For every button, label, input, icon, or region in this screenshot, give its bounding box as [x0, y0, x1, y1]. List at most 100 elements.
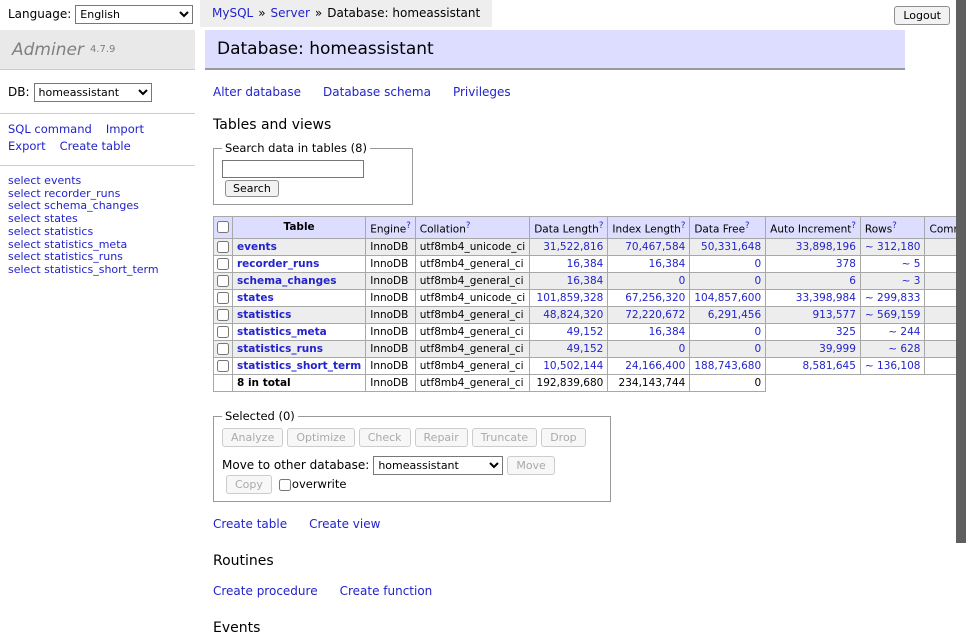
data-length-link[interactable]: 10,502,144 [543, 360, 603, 372]
index-length-link[interactable]: 0 [679, 343, 686, 355]
selected-action-button[interactable]: Drop [541, 428, 585, 447]
routine-create-link[interactable]: Create procedure [213, 584, 318, 598]
sidebar-action-link[interactable]: Create table [60, 139, 131, 153]
overwrite-checkbox[interactable] [279, 479, 291, 491]
language-select[interactable]: English [75, 5, 193, 24]
sidebar-action-link[interactable]: Import [106, 122, 144, 136]
data-free-link[interactable]: 188,743,680 [694, 360, 761, 372]
auto-increment-link[interactable]: 39,999 [819, 343, 856, 355]
data-length-link[interactable]: 16,384 [567, 258, 604, 270]
sidebar-select-link[interactable]: select statistics_short_term [8, 264, 187, 277]
data-free-link[interactable]: 0 [754, 258, 761, 270]
routine-create-link[interactable]: Create function [340, 584, 433, 598]
rows-link[interactable]: ~ 244 [888, 326, 920, 338]
data-free-link[interactable]: 50,331,648 [701, 241, 761, 253]
row-checkbox[interactable] [217, 343, 229, 355]
table-link[interactable]: statistics_meta [237, 326, 327, 338]
auto-increment-link[interactable]: 325 [836, 326, 856, 338]
rows-link[interactable]: ~ 136,108 [865, 360, 921, 372]
db-select[interactable]: homeassistant [34, 83, 152, 102]
data-length-link[interactable]: 101,859,328 [537, 292, 604, 304]
select-all-checkbox[interactable] [217, 221, 229, 233]
help-icon[interactable]: ? [851, 221, 856, 231]
index-length-link[interactable]: 70,467,584 [625, 241, 685, 253]
table-link[interactable]: recorder_runs [237, 258, 319, 270]
row-checkbox[interactable] [217, 258, 229, 270]
help-icon[interactable]: ? [892, 221, 897, 231]
vertical-scrollbar[interactable] [956, 0, 966, 543]
create-link[interactable]: Create table [213, 517, 287, 531]
help-icon[interactable]: ? [599, 221, 604, 231]
selected-action-button[interactable]: Truncate [472, 428, 537, 447]
index-length-link[interactable]: 16,384 [649, 326, 686, 338]
breadcrumb-link-server[interactable]: Server [271, 6, 310, 20]
adminer-logo-text[interactable]: Adminer [12, 40, 84, 60]
data-length-link[interactable]: 49,152 [567, 326, 604, 338]
sidebar-select-link[interactable]: select states [8, 213, 187, 226]
selected-action-button[interactable]: Analyze [222, 428, 283, 447]
row-checkbox[interactable] [217, 309, 229, 321]
row-checkbox[interactable] [217, 360, 229, 372]
sidebar-action-link[interactable]: SQL command [8, 122, 92, 136]
data-length-link[interactable]: 16,384 [567, 275, 604, 287]
data-free-link[interactable]: 0 [754, 275, 761, 287]
selected-action-button[interactable]: Optimize [287, 428, 354, 447]
data-length-link[interactable]: 31,522,816 [543, 241, 603, 253]
table-link[interactable]: statistics_runs [237, 343, 323, 355]
auto-increment-link[interactable]: 8,581,645 [802, 360, 855, 372]
index-length-link[interactable]: 24,166,400 [625, 360, 685, 372]
data-free-link[interactable]: 0 [754, 326, 761, 338]
rows-link[interactable]: ~ 5 [902, 258, 921, 270]
sidebar-action-link[interactable]: Export [8, 139, 46, 153]
row-checkbox[interactable] [217, 292, 229, 304]
routines-heading: Routines [213, 553, 905, 569]
data-length-link[interactable]: 49,152 [567, 343, 604, 355]
data-length-link[interactable]: 48,824,320 [543, 309, 603, 321]
auto-increment-link[interactable]: 6 [849, 275, 856, 287]
table-link[interactable]: schema_changes [237, 275, 337, 287]
data-free-link[interactable]: 104,857,600 [694, 292, 761, 304]
table-link[interactable]: states [237, 292, 274, 304]
rows-link[interactable]: ~ 299,833 [865, 292, 921, 304]
breadcrumb-link-mysql[interactable]: MySQL [212, 6, 253, 20]
move-db-select[interactable]: homeassistant [373, 456, 503, 475]
sidebar-select-link[interactable]: select statistics [8, 226, 187, 239]
search-button[interactable]: Search [225, 180, 279, 197]
data-free-link[interactable]: 6,291,456 [708, 309, 761, 321]
table-link[interactable]: statistics_short_term [237, 360, 361, 372]
row-checkbox-cell [214, 307, 233, 324]
help-icon[interactable]: ? [406, 221, 411, 231]
index-length-link[interactable]: 0 [679, 275, 686, 287]
table-link[interactable]: events [237, 241, 277, 253]
index-length-link[interactable]: 67,256,320 [625, 292, 685, 304]
auto-increment-link[interactable]: 913,577 [813, 309, 856, 321]
database-action-link[interactable]: Database schema [323, 85, 431, 99]
search-input[interactable] [222, 160, 364, 178]
selected-action-button[interactable]: Repair [415, 428, 468, 447]
row-checkbox[interactable] [217, 275, 229, 287]
rows-link[interactable]: ~ 569,159 [865, 309, 921, 321]
row-checkbox[interactable] [217, 241, 229, 253]
copy-button[interactable]: Copy [226, 475, 272, 494]
selected-action-button[interactable]: Check [359, 428, 411, 447]
move-button[interactable]: Move [507, 456, 555, 475]
index-length-link[interactable]: 72,220,672 [625, 309, 685, 321]
logout-button[interactable]: Logout [894, 6, 950, 25]
database-action-link[interactable]: Alter database [213, 85, 301, 99]
auto-increment-link[interactable]: 33,898,196 [796, 241, 856, 253]
create-link[interactable]: Create view [309, 517, 380, 531]
index-length-link[interactable]: 16,384 [649, 258, 686, 270]
rows-link[interactable]: ~ 312,180 [865, 241, 921, 253]
help-icon[interactable]: ? [681, 221, 686, 231]
data-free-link[interactable]: 0 [754, 343, 761, 355]
table-link[interactable]: statistics [237, 309, 291, 321]
rows-link[interactable]: ~ 628 [888, 343, 920, 355]
database-action-link[interactable]: Privileges [453, 85, 511, 99]
sidebar-select-link[interactable]: select events [8, 175, 187, 188]
row-checkbox[interactable] [217, 326, 229, 338]
help-icon[interactable]: ? [745, 221, 750, 231]
auto-increment-link[interactable]: 33,398,984 [796, 292, 856, 304]
rows-link[interactable]: ~ 3 [902, 275, 921, 287]
help-icon[interactable]: ? [466, 221, 471, 231]
auto-increment-link[interactable]: 378 [836, 258, 856, 270]
